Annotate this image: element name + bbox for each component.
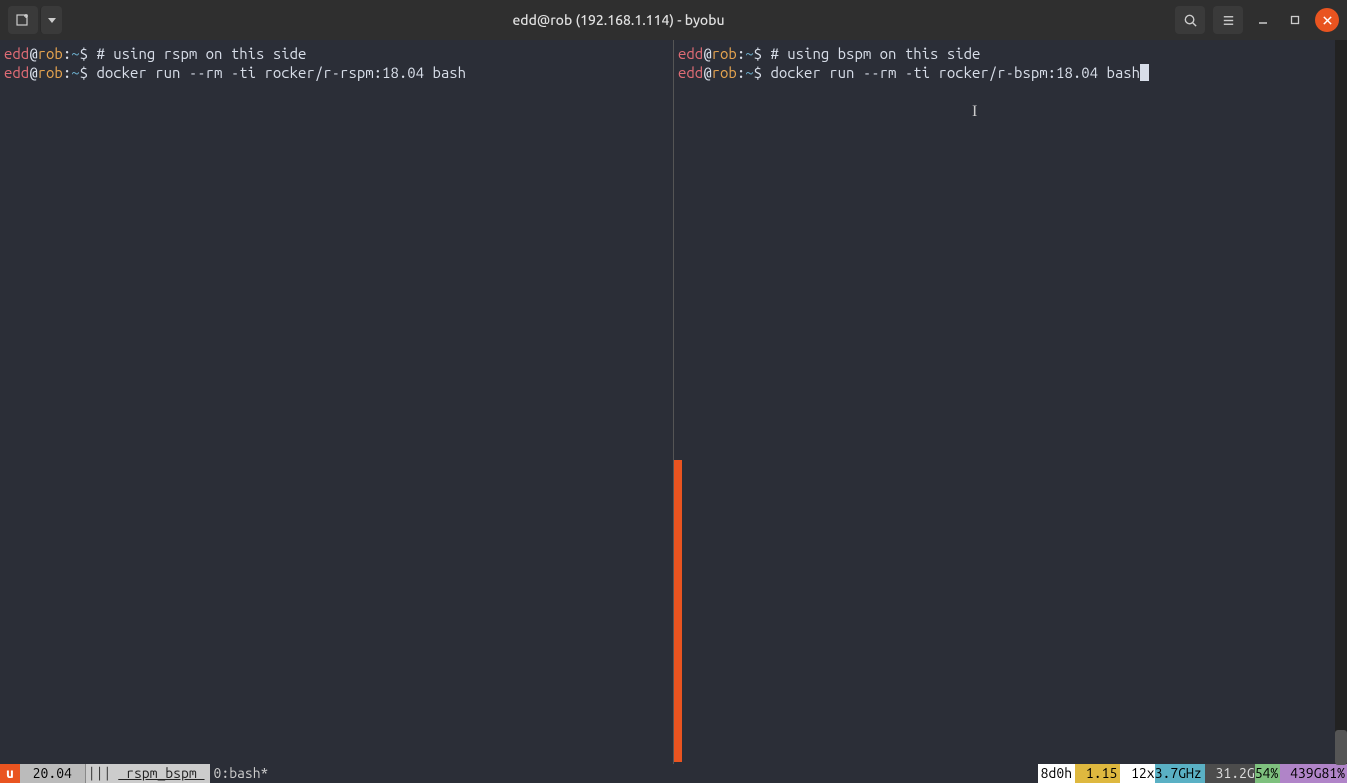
status-window[interactable]: 0:bash* (210, 764, 273, 783)
status-mem-pct: 54% (1255, 764, 1281, 783)
scrollbar[interactable] (1335, 40, 1347, 764)
right-pane[interactable]: edd@rob:~$ # using bspm on this side edd… (674, 40, 1347, 764)
byobu-statusbar: u 20.04 ||| rspm_bspm 0:bash* 8d0h 1.15 … (0, 764, 1347, 783)
titlebar: edd@rob (192.168.1.114) - byobu (0, 0, 1347, 40)
status-menu-icon[interactable]: ||| (85, 764, 114, 783)
new-tab-button[interactable] (8, 6, 38, 34)
terminal-line: edd@rob:~$ # using rspm on this side (4, 44, 669, 63)
terminal-line: edd@rob:~$ # using bspm on this side (678, 44, 1343, 63)
status-disk-pct: 81% (1321, 764, 1347, 783)
search-button[interactable] (1175, 6, 1205, 34)
left-pane[interactable]: edd@rob:~$ # using rspm on this side edd… (0, 40, 673, 764)
status-cpu-cores: 12 (1120, 764, 1147, 783)
status-cpu-freq: 3.7GHz (1155, 764, 1205, 783)
mouse-text-cursor-icon: I (972, 103, 977, 121)
terminal-line: edd@rob:~$ docker run --rm -ti rocker/r-… (4, 63, 669, 82)
terminal-cursor (1140, 64, 1149, 81)
terminal-line: edd@rob:~$ docker run --rm -ti rocker/r-… (678, 63, 1343, 82)
status-uptime: 8d0h (1038, 764, 1075, 783)
minimize-button[interactable] (1251, 8, 1275, 32)
active-pane-indicator (674, 460, 682, 762)
maximize-button[interactable] (1283, 8, 1307, 32)
terminal-area[interactable]: edd@rob:~$ # using rspm on this side edd… (0, 40, 1347, 764)
status-load: 1.15 (1075, 764, 1120, 783)
close-button[interactable] (1315, 8, 1339, 32)
status-session-name[interactable]: rspm_bspm (113, 764, 209, 783)
scrollbar-thumb[interactable] (1335, 730, 1347, 765)
new-tab-dropdown[interactable] (40, 6, 62, 34)
menu-button[interactable] (1213, 6, 1243, 34)
status-disk-used: 439 (1280, 764, 1313, 783)
status-release: 20.04 (20, 764, 85, 783)
status-mem-used: 31.2 (1205, 764, 1247, 783)
window-title: edd@rob (192.168.1.114) - byobu (62, 12, 1175, 28)
status-distro-logo: u (0, 764, 20, 783)
